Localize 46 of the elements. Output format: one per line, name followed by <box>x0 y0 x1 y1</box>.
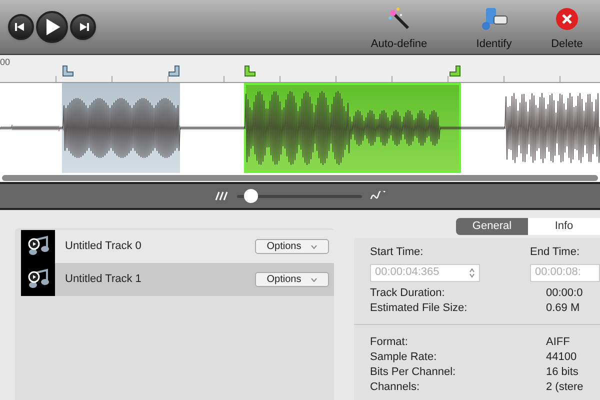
previous-button[interactable] <box>8 14 34 40</box>
stepper-icon[interactable] <box>469 268 475 278</box>
chevron-icon <box>311 244 318 248</box>
field-label: Start Time: <box>370 245 424 260</box>
options-dropdown[interactable]: Options <box>255 272 329 287</box>
tab[interactable]: Info <box>528 218 600 235</box>
property-value: 16 bits <box>546 364 578 380</box>
property-label: Channels: <box>370 380 421 395</box>
region-handle[interactable] <box>168 65 180 77</box>
track-row[interactable]: Untitled Track 0 Options <box>21 230 334 263</box>
property-label: Format: <box>370 334 409 350</box>
track-row[interactable]: Untitled Track 1 Options <box>21 263 334 296</box>
scrollbar[interactable] <box>2 174 598 180</box>
property-label: Estimated File Size: <box>370 300 468 316</box>
wave-icon <box>370 191 386 201</box>
property-value: 2 (stere <box>546 380 584 395</box>
zoom-slider[interactable] <box>236 189 362 203</box>
property-label: Sample Rate: <box>370 350 438 365</box>
field-label: End Time: <box>530 245 581 260</box>
magic-wand-icon <box>386 6 412 32</box>
slider-thumb[interactable] <box>244 189 258 203</box>
music-note-icon <box>21 263 55 296</box>
play-button[interactable] <box>36 11 68 43</box>
ruler-label: 00 <box>0 58 10 67</box>
delete-icon <box>555 7 579 31</box>
property-value: 44100 <box>546 350 577 365</box>
compressed-wave-icon <box>214 191 228 201</box>
delete-button[interactable]: Delete <box>534 0 600 55</box>
music-note-icon <box>21 230 55 263</box>
tab[interactable]: General <box>456 218 528 235</box>
track-name: Untitled Track 0 <box>65 239 142 254</box>
wand-button[interactable]: Auto-define <box>344 0 454 55</box>
region-handle[interactable] <box>244 65 256 77</box>
property-label: Bits Per Channel: <box>370 364 457 380</box>
property-label: Track Duration: <box>370 286 446 301</box>
identify-button[interactable]: Identify <box>454 0 534 55</box>
chevron-icon <box>311 278 318 282</box>
next-button[interactable] <box>70 14 96 40</box>
track-name: Untitled Track 1 <box>65 272 142 288</box>
property-value: 0.69 M <box>546 300 580 316</box>
options-dropdown[interactable]: Options <box>255 239 329 254</box>
property-value: AIFF <box>546 334 570 350</box>
property-value: 00:00:0 <box>546 286 583 301</box>
region-handle[interactable] <box>449 65 461 77</box>
music-tag-icon <box>480 6 508 32</box>
region-handle[interactable] <box>62 65 74 77</box>
